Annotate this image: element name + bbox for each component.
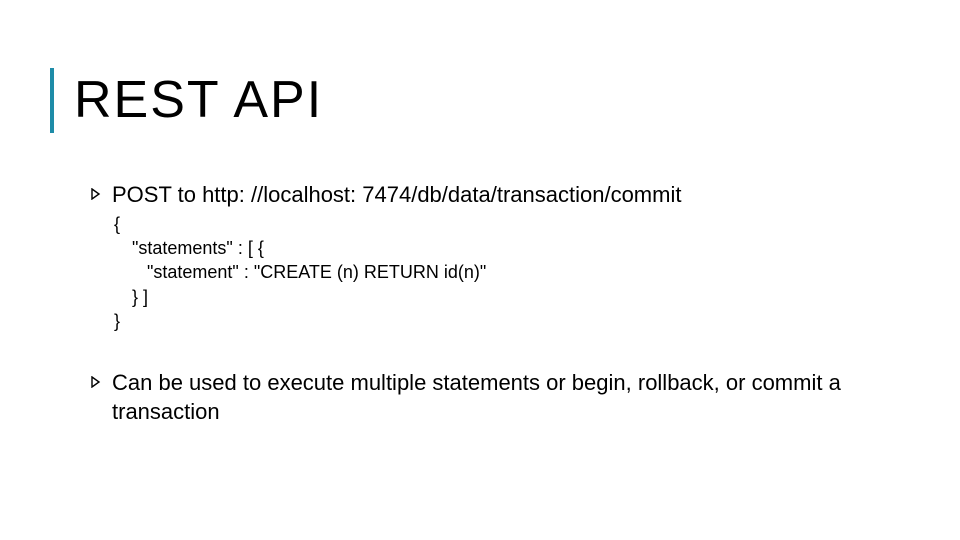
bullet-text: Can be used to execute multiple statemen…	[112, 369, 910, 426]
code-line: {	[114, 212, 910, 236]
code-line: }	[114, 309, 910, 333]
bullet-item: Can be used to execute multiple statemen…	[90, 369, 910, 426]
chevron-right-icon	[90, 187, 102, 205]
page-title: REST API	[74, 68, 323, 133]
title-accent-bar	[50, 68, 54, 133]
title-wrap: REST API	[50, 68, 910, 133]
code-line: "statement" : "CREATE (n) RETURN id(n)"	[114, 260, 910, 284]
chevron-right-icon	[90, 375, 102, 393]
code-block: { "statements" : [ { "statement" : "CREA…	[90, 212, 910, 333]
code-line: "statements" : [ {	[114, 236, 910, 260]
slide: REST API POST to http: //localhost: 7474…	[0, 0, 960, 540]
content-area: POST to http: //localhost: 7474/db/data/…	[50, 181, 910, 426]
bullet-item: POST to http: //localhost: 7474/db/data/…	[90, 181, 910, 210]
code-line: } ]	[114, 285, 910, 309]
bullet-text: POST to http: //localhost: 7474/db/data/…	[112, 181, 681, 210]
